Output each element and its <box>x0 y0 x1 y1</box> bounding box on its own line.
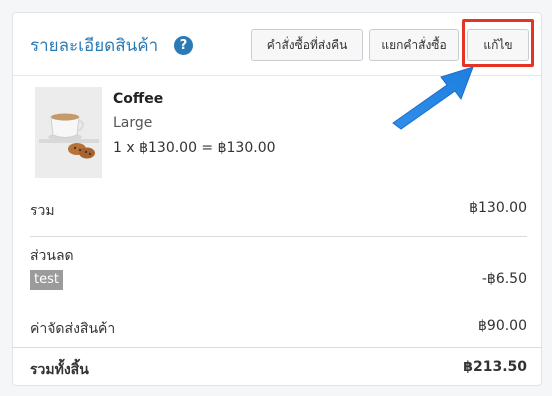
returned-orders-button[interactable]: คำสั่งซื้อที่ส่งคืน <box>251 29 363 61</box>
total-value: ฿213.50 <box>463 359 527 375</box>
product-image <box>35 87 102 178</box>
subtotal-label: รวม <box>30 203 55 219</box>
total-divider <box>13 347 541 348</box>
product-price-calc: 1 x ฿130.00 = ฿130.00 <box>113 140 276 156</box>
product-variant: Large <box>113 115 153 131</box>
pointer-arrow-icon <box>392 66 474 130</box>
discount-label: ส่วนลด <box>30 248 74 264</box>
discount-value: -฿6.50 <box>481 271 527 287</box>
help-icon[interactable]: ? <box>174 36 193 55</box>
product-name[interactable]: Coffee <box>113 91 163 107</box>
discount-code-badge: test <box>30 270 63 290</box>
total-label: รวมทั้งสิ้น <box>30 362 89 378</box>
coffee-cup-image <box>35 87 102 178</box>
page-title: รายละเอียดสินค้า <box>30 36 159 56</box>
shipping-value: ฿90.00 <box>478 318 527 334</box>
divider <box>30 236 527 237</box>
subtotal-value: ฿130.00 <box>469 200 527 216</box>
shipping-label: ค่าจัดส่งสินค้า <box>30 321 116 337</box>
product-details-card: รายละเอียดสินค้า ? คำสั่งซื้อที่ส่งคืน แ… <box>12 12 542 386</box>
